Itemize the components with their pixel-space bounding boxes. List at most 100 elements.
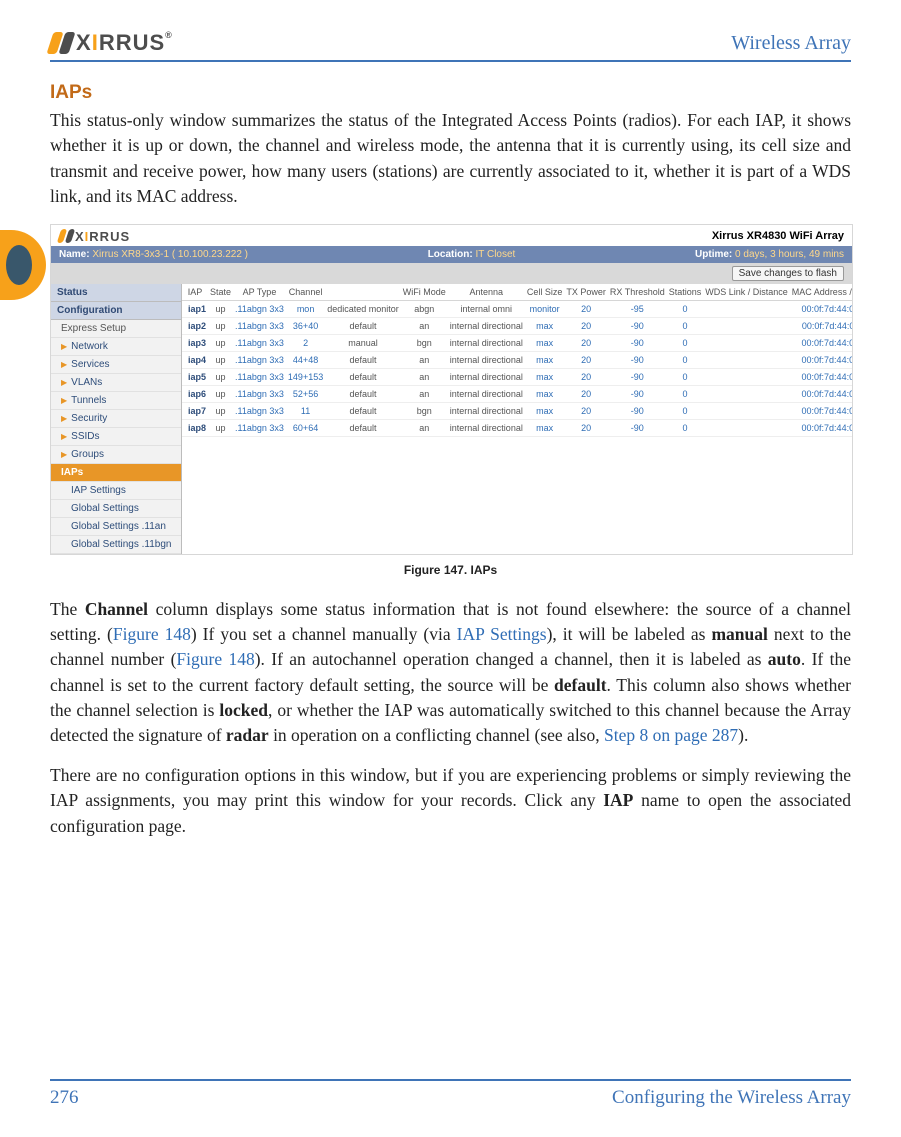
expand-icon: ▶ xyxy=(61,432,67,441)
channel-paragraph: The Channel column displays some status … xyxy=(50,597,851,749)
table-cell: max xyxy=(525,317,565,334)
table-cell: up xyxy=(208,300,233,317)
sidebar-item-label: Global Settings xyxy=(71,503,139,514)
sidebar-item[interactable]: ▶ SSIDs xyxy=(51,428,181,446)
table-cell: abgn xyxy=(401,300,448,317)
uptime-label: Uptime: xyxy=(695,249,732,260)
table-cell xyxy=(703,317,790,334)
save-changes-button[interactable]: Save changes to flash xyxy=(732,266,844,281)
logo-text: XIRRUS xyxy=(75,229,130,244)
sidebar-item[interactable]: ▶Security xyxy=(51,410,181,428)
table-cell: up xyxy=(208,334,233,351)
table-cell: 149+153 xyxy=(286,368,325,385)
table-cell: internal directional xyxy=(448,385,525,402)
expand-icon: ▶ xyxy=(61,450,67,459)
page-footer: 276 Configuring the Wireless Array xyxy=(50,1079,851,1109)
screenshot-logo: XIRRUS xyxy=(59,229,130,244)
figure-148-link[interactable]: Figure 148 xyxy=(113,624,191,644)
table-cell: max xyxy=(525,402,565,419)
name-value[interactable]: Xirrus XR8-3x3-1 ( 10.100.23.222 ) xyxy=(92,249,248,260)
table-cell: 0 xyxy=(667,317,704,334)
table-row: iap6up.11abgn 3x352+56defaultaninternal … xyxy=(182,385,852,402)
iap-link[interactable]: iap6 xyxy=(182,385,208,402)
sidebar-item-label: Global Settings .11an xyxy=(71,521,166,532)
table-cell: 20 xyxy=(564,385,608,402)
logo-letter: RRUS xyxy=(99,30,165,55)
iap-link[interactable]: iap4 xyxy=(182,351,208,368)
sidebar-item[interactable]: ▶Tunnels xyxy=(51,392,181,410)
page-header: XIRRUS® Wireless Array xyxy=(50,30,851,62)
table-cell: an xyxy=(401,351,448,368)
table-cell: 0 xyxy=(667,334,704,351)
sidebar-item[interactable]: Global Settings xyxy=(51,500,181,518)
table-cell: 44+48 xyxy=(286,351,325,368)
iap-settings-link[interactable]: IAP Settings xyxy=(457,624,547,644)
iap-link[interactable]: iap3 xyxy=(182,334,208,351)
table-cell: -90 xyxy=(608,402,667,419)
sidebar-item-label: Tunnels xyxy=(71,395,106,406)
sidebar-item[interactable]: ▶Network xyxy=(51,338,181,356)
table-cell: -90 xyxy=(608,419,667,436)
uptime-value: 0 days, 3 hours, 49 mins xyxy=(735,249,844,260)
no-config-paragraph: There are no configuration options in th… xyxy=(50,763,851,839)
table-cell: 00:0f:7d:44:03:61 xyxy=(790,402,852,419)
table-cell: up xyxy=(208,419,233,436)
table-column-header: RX Threshold xyxy=(608,284,667,301)
table-cell: default xyxy=(325,419,401,436)
table-cell: bgn xyxy=(401,334,448,351)
sidebar-item[interactable]: IAPs xyxy=(51,464,181,482)
document-title: Wireless Array xyxy=(731,32,851,55)
sidebar-item-label: Network xyxy=(71,341,108,352)
step-8-link[interactable]: Step 8 on page 287 xyxy=(604,725,738,745)
table-cell: -90 xyxy=(608,385,667,402)
table-column-header: State xyxy=(208,284,233,301)
sidebar-item[interactable]: Global Settings .11an xyxy=(51,518,181,536)
iap-link[interactable]: iap1 xyxy=(182,300,208,317)
sidebar-item[interactable]: ▶VLANs xyxy=(51,374,181,392)
table-cell xyxy=(703,351,790,368)
table-column-header: MAC Address / BSSID xyxy=(790,284,852,301)
xirrus-logo: XIRRUS® xyxy=(50,30,173,56)
table-cell: .11abgn 3x3 xyxy=(233,317,286,334)
table-cell: internal directional xyxy=(448,334,525,351)
table-cell: internal directional xyxy=(448,402,525,419)
table-cell: up xyxy=(208,368,233,385)
table-cell: manual xyxy=(325,334,401,351)
table-cell: up xyxy=(208,317,233,334)
iap-link[interactable]: iap8 xyxy=(182,419,208,436)
sidebar-item[interactable]: Global Settings .11bgn xyxy=(51,536,181,554)
table-cell: 00:0f:7d:44:03:71 xyxy=(790,419,852,436)
table-cell: an xyxy=(401,317,448,334)
sidebar-item[interactable]: IAP Settings xyxy=(51,482,181,500)
table-cell: internal directional xyxy=(448,317,525,334)
table-cell: dedicated monitor xyxy=(325,300,401,317)
location-value[interactable]: IT Closet xyxy=(475,249,515,260)
sidebar-item-label: IAPs xyxy=(61,467,83,478)
sidebar-item[interactable]: Express Setup xyxy=(51,320,181,338)
intro-paragraph: This status-only window summarizes the s… xyxy=(50,108,851,210)
table-cell: 00:0f:7d:44:03:01 xyxy=(790,300,852,317)
sidebar-item-label: SSIDs xyxy=(71,431,99,442)
figure-148-link[interactable]: Figure 148 xyxy=(176,649,254,669)
table-cell: max xyxy=(525,419,565,436)
sidebar-header-config[interactable]: Configuration xyxy=(51,302,181,320)
table-cell: 20 xyxy=(564,317,608,334)
table-cell: 52+56 xyxy=(286,385,325,402)
table-cell: -90 xyxy=(608,368,667,385)
table-column-header: Stations xyxy=(667,284,704,301)
table-cell: up xyxy=(208,351,233,368)
iap-link[interactable]: iap5 xyxy=(182,368,208,385)
table-cell xyxy=(703,419,790,436)
nav-sidebar: Status Configuration Express Setup▶Netwo… xyxy=(51,284,182,554)
table-cell xyxy=(703,334,790,351)
table-cell: 00:0f:7d:44:03:51 xyxy=(790,385,852,402)
sidebar-item[interactable]: ▶Services xyxy=(51,356,181,374)
sidebar-item[interactable]: ▶Groups xyxy=(51,446,181,464)
table-cell: 0 xyxy=(667,385,704,402)
iap-link[interactable]: iap7 xyxy=(182,402,208,419)
sidebar-header-status[interactable]: Status xyxy=(51,284,181,302)
table-cell: .11abgn 3x3 xyxy=(233,368,286,385)
iap-link[interactable]: iap2 xyxy=(182,317,208,334)
table-cell: 2 xyxy=(286,334,325,351)
section-heading: IAPs xyxy=(50,82,851,104)
